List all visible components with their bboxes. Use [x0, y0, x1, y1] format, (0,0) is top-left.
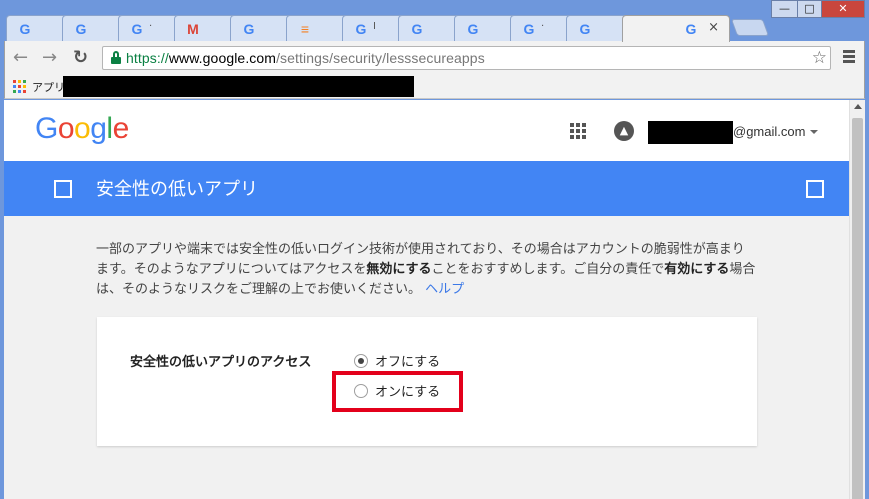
close-icon: ✕ — [838, 2, 848, 15]
maximize-icon: □ — [804, 2, 815, 15]
address-bar[interactable]: https://www.google.com/settings/security… — [102, 46, 831, 70]
apps-bookmark[interactable]: アプリ — [32, 79, 65, 95]
setting-card: 安全性の低いアプリのアクセス オフにする オンにする — [97, 317, 757, 446]
google-header: Google ▲ @gmail.com — [4, 100, 849, 161]
google-favicon-icon: G — [579, 21, 591, 37]
close-tab-icon[interactable]: × — [708, 20, 719, 35]
browser-tab-active[interactable]: G × — [622, 15, 730, 42]
page-banner: 安全性の低いアプリ — [4, 161, 849, 216]
reload-icon[interactable]: ↻ — [73, 47, 88, 68]
banner-square-icon — [54, 180, 72, 198]
banner-square-icon — [806, 180, 824, 198]
apps-grid-icon[interactable] — [13, 80, 26, 93]
chrome-menu-icon[interactable] — [843, 50, 855, 65]
account-email[interactable]: @gmail.com — [733, 124, 805, 139]
google-favicon-icon: G — [243, 21, 255, 37]
radio-selected-icon[interactable] — [354, 354, 368, 368]
maximize-button[interactable]: □ — [797, 0, 822, 18]
browser-toolbar: ← → ↻ https://www.google.com/settings/se… — [4, 41, 865, 75]
page-title: 安全性の低いアプリ — [96, 179, 258, 200]
description-text: 一部のアプリや端末では安全性の低いログイン技術が使用されており、その場合はアカウ… — [96, 242, 756, 297]
google-favicon-icon: G — [411, 21, 423, 37]
url-text: https://www.google.com/settings/security… — [126, 50, 485, 66]
gmail-favicon-icon: M — [187, 21, 199, 37]
google-logo[interactable]: Google — [35, 112, 129, 146]
help-link[interactable]: ヘルプ — [425, 282, 464, 297]
close-window-button[interactable]: ✕ — [821, 0, 865, 18]
redacted-account-name — [648, 121, 733, 144]
scroll-up-icon[interactable] — [854, 104, 862, 109]
red-highlight-box — [332, 371, 463, 412]
bookmarks-bar: アプリ — [4, 75, 865, 99]
redacted-bookmarks — [63, 76, 414, 97]
vertical-scrollbar[interactable] — [849, 100, 865, 499]
google-favicon-icon: G — [685, 21, 697, 37]
back-arrow-icon[interactable]: ← — [13, 47, 28, 68]
setting-label: 安全性の低いアプリのアクセス — [130, 355, 312, 370]
forward-arrow-icon[interactable]: → — [42, 47, 57, 68]
page-content: Google ▲ @gmail.com 安全性の低いアプリ 一部のアプリや端末で… — [4, 100, 849, 499]
google-favicon-icon: G — [75, 21, 87, 37]
google-favicon-icon: G — [523, 21, 535, 37]
lock-icon — [111, 51, 121, 64]
radio-off-option[interactable]: オフにする — [354, 351, 440, 370]
scrollbar-thumb[interactable] — [852, 118, 863, 499]
notifications-bell-icon[interactable]: ▲ — [614, 121, 634, 141]
google-favicon-icon: G — [467, 21, 479, 37]
browser-window: G G G · M G ≡ GI G G G · G G × — □ ✕ ← → ↻… — [0, 0, 869, 499]
google-favicon-icon: G — [19, 21, 31, 37]
google-favicon-icon: G — [131, 21, 143, 37]
minimize-icon: — — [779, 2, 790, 15]
stack-overflow-favicon-icon: ≡ — [300, 21, 310, 37]
chevron-down-icon[interactable] — [810, 130, 818, 134]
google-favicon-icon: G — [355, 21, 367, 37]
minimize-button[interactable]: — — [771, 0, 798, 18]
tab-strip: G G G · M G ≡ GI G G G · G G × — □ ✕ — [0, 0, 869, 42]
google-apps-icon[interactable] — [570, 123, 586, 139]
new-tab-button[interactable] — [730, 19, 770, 36]
bookmark-star-icon[interactable]: ☆ — [812, 47, 827, 69]
